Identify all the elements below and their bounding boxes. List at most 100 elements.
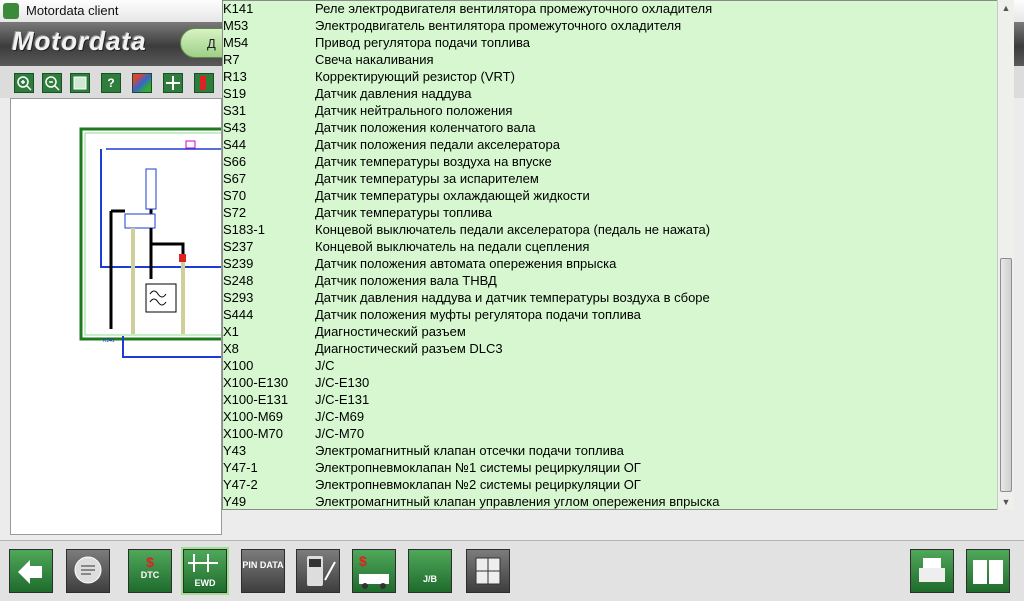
component-description: Датчик положения вала ТНВД xyxy=(315,273,497,288)
list-item[interactable]: S239 Датчик положения автомата опережения… xyxy=(223,256,998,273)
list-item[interactable]: Y43 Электромагнитный клапан отсечки подач… xyxy=(223,443,998,460)
list-item[interactable]: M54 Привод регулятора подачи топлива xyxy=(223,35,998,52)
list-item[interactable]: M53 Электродвигатель вентилятора промежут… xyxy=(223,18,998,35)
list-item[interactable]: X100-M69 J/C-M69 xyxy=(223,409,998,426)
component-description: Электромагнитный клапан управления углом… xyxy=(315,494,720,509)
component-code: Y47-2 xyxy=(223,477,258,492)
component-code: Y47-1 xyxy=(223,460,258,475)
component-code: X8 xyxy=(223,341,239,356)
list-item[interactable]: S43 Датчик положения коленчатого вала xyxy=(223,120,998,137)
scroll-down-icon[interactable]: ▼ xyxy=(998,494,1014,510)
list-item[interactable]: S44 Датчик положения педали акселератора xyxy=(223,137,998,154)
component-description: Электропневмоклапан №2 системы рециркуля… xyxy=(315,477,641,492)
component-description: J/C-E131 xyxy=(315,392,370,407)
list-item[interactable]: Y47-2 Электропневмоклапан №2 системы реци… xyxy=(223,477,998,494)
component-code: X100-M70 xyxy=(223,426,283,441)
connector-icon[interactable] xyxy=(466,549,510,593)
component-code: X100-M69 xyxy=(223,409,283,424)
list-item[interactable]: K141 Реле электродвигателя вентилятора пр… xyxy=(223,1,998,18)
component-description: J/C-E130 xyxy=(315,375,370,390)
component-code: Y49 xyxy=(223,494,247,509)
component-description: Датчик давления наддува и датчик темпера… xyxy=(315,290,710,305)
component-description: Диагностический разъем DLC3 xyxy=(315,341,503,356)
list-item[interactable]: S66 Датчик температуры воздуха на впуске xyxy=(223,154,998,171)
component-code: X100 xyxy=(223,358,254,373)
list-item[interactable]: S293 Датчик давления наддува и датчик тем… xyxy=(223,290,998,307)
list-item[interactable]: Y49 Электромагнитный клапан управления уг… xyxy=(223,494,998,509)
component-description: J/C-M69 xyxy=(315,409,365,424)
fit-icon[interactable] xyxy=(70,73,90,93)
component-description: Датчик положения муфты регулятора подачи… xyxy=(315,307,641,322)
component-description: Свеча накаливания xyxy=(315,52,434,67)
list-item[interactable]: Y47-1 Электропневмоклапан №1 системы реци… xyxy=(223,460,998,477)
component-code: R7 xyxy=(223,52,240,67)
list-item[interactable]: S444 Датчик положения муфты регулятора по… xyxy=(223,307,998,324)
wiring-diagram-pane[interactable]: K141 xyxy=(10,98,228,535)
list-item[interactable]: S70 Датчик температуры охлаждающей жидкос… xyxy=(223,188,998,205)
component-description: Датчик температуры топлива xyxy=(315,205,493,220)
component-code: S293 xyxy=(223,290,254,305)
list-item[interactable]: S72 Датчик температуры топлива xyxy=(223,205,998,222)
scroll-thumb[interactable] xyxy=(1000,258,1012,492)
component-code: S44 xyxy=(223,137,247,152)
list-item[interactable]: S248 Датчик положения вала ТНВД xyxy=(223,273,998,290)
list-item[interactable]: S183-1 Концевой выключатель педали акселе… xyxy=(223,222,998,239)
scroll-up-icon[interactable]: ▲ xyxy=(998,0,1014,16)
list-item[interactable]: S19 Датчик давления наддува xyxy=(223,86,998,103)
component-description: Датчик давления наддува xyxy=(315,86,472,101)
color-icon[interactable] xyxy=(132,73,152,93)
print-icon[interactable] xyxy=(910,549,954,593)
component-code: X100-E130 xyxy=(223,375,289,390)
component-code: K141 xyxy=(223,1,254,16)
motordata-logo: Motordata xyxy=(12,26,147,56)
list-item[interactable]: X100 J/C xyxy=(223,358,998,375)
list-item[interactable]: X100-E131 J/C-E131 xyxy=(223,392,998,409)
component-description: Электропневмоклапан №1 системы рециркуля… xyxy=(315,460,641,475)
bottom-toolbar: $ DTC EWD PIN DATA $ J/B xyxy=(0,540,1024,601)
jb-button[interactable]: J/B xyxy=(408,549,452,593)
pin-data-button[interactable]: PIN DATA xyxy=(241,549,285,593)
component-code: S66 xyxy=(223,154,247,169)
component-code: M54 xyxy=(223,35,249,50)
component-description: Датчик температуры за испарителем xyxy=(315,171,539,186)
list-item[interactable]: S67 Датчик температуры за испарителем xyxy=(223,171,998,188)
zoom-in-icon[interactable] xyxy=(14,73,34,93)
service-cost-icon[interactable]: $ xyxy=(352,549,396,593)
component-description: Датчик нейтрального положения xyxy=(315,103,513,118)
manual-icon[interactable] xyxy=(966,549,1010,593)
back-icon[interactable] xyxy=(9,549,53,593)
component-description: Концевой выключатель на педали сцепления xyxy=(315,239,590,254)
list-scrollbar[interactable]: ▲ ▼ xyxy=(997,0,1014,510)
component-icon[interactable] xyxy=(194,73,214,93)
component-description: Датчик положения коленчатого вала xyxy=(315,120,536,135)
list-item[interactable]: X1 Диагностический разъем xyxy=(223,324,998,341)
wire-icon[interactable] xyxy=(163,73,183,93)
list-item[interactable]: R7 Свеча накаливания xyxy=(223,52,998,69)
messages-icon[interactable] xyxy=(66,549,110,593)
zoom-out-icon[interactable] xyxy=(42,73,62,93)
component-description: Датчик положения педали акселератора xyxy=(315,137,560,152)
list-item[interactable]: X100-M70 J/C-M70 xyxy=(223,426,998,443)
list-item[interactable]: X100-E130 J/C-E130 xyxy=(223,375,998,392)
wiring-diagram: K141 xyxy=(79,127,228,358)
component-code: X1 xyxy=(223,324,239,339)
component-description: Датчик температуры охлаждающей жидкости xyxy=(315,188,590,203)
list-item[interactable]: S237 Концевой выключатель на педали сцепл… xyxy=(223,239,998,256)
component-code: S239 xyxy=(223,256,254,271)
component-list-dropdown[interactable]: K141 Реле электродвигателя вентилятора пр… xyxy=(222,0,1014,510)
component-description: Реле электродвигателя вентилятора промеж… xyxy=(315,1,713,16)
list-item[interactable]: R13 Корректирующий резистор (VRT) xyxy=(223,69,998,86)
svg-text:$: $ xyxy=(359,553,367,569)
component-code: S43 xyxy=(223,120,247,135)
help-icon[interactable]: ? xyxy=(101,73,121,93)
jb-label: J/B xyxy=(422,574,437,584)
list-item[interactable]: S31 Датчик нейтрального положения xyxy=(223,103,998,120)
list-item[interactable]: X8 Диагностический разъем DLC3 xyxy=(223,341,998,358)
dtc-button[interactable]: $ DTC xyxy=(128,549,172,593)
component-code: S237 xyxy=(223,239,254,254)
component-code: S72 xyxy=(223,205,247,220)
multimeter-icon[interactable] xyxy=(296,549,340,593)
component-code: Y43 xyxy=(223,443,247,458)
ewd-button[interactable]: EWD xyxy=(181,547,229,595)
component-description: J/C-M70 xyxy=(315,426,365,441)
